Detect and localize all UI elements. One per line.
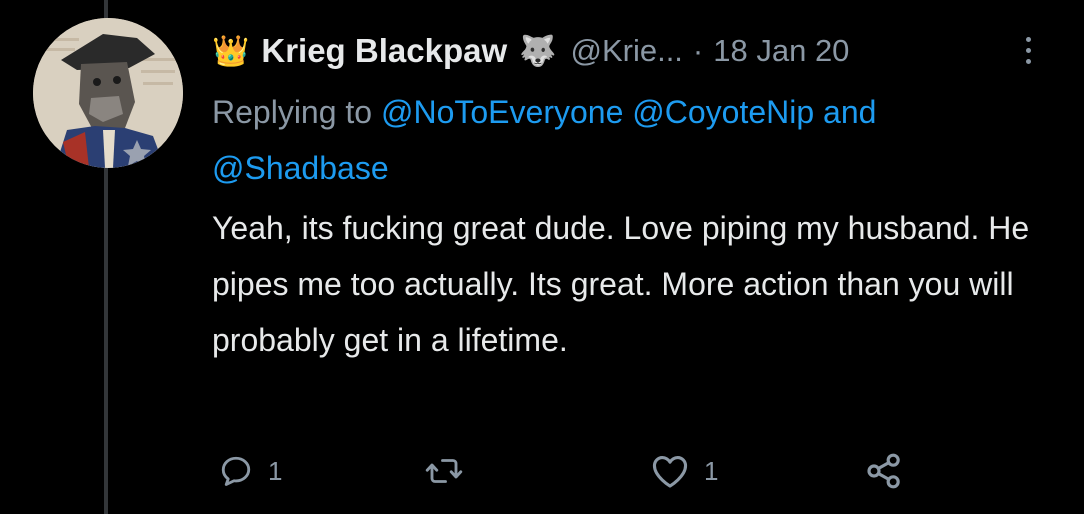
share-icon [867, 453, 900, 489]
reply-context: Replying to @NoToEveryone @CoyoteNip and… [212, 84, 1052, 196]
action-bar: 1 1 [212, 446, 932, 496]
more-options-icon[interactable] [1013, 30, 1043, 70]
author-display-name[interactable]: Krieg Blackpaw [261, 32, 507, 70]
like-button[interactable]: 1 [650, 446, 718, 496]
reply-icon [221, 456, 251, 486]
more-dot [1025, 47, 1031, 53]
heart-icon [652, 456, 688, 488]
avatar-image [33, 18, 183, 168]
tweet-header: 👑 Krieg Blackpaw 🐺 @Krie... · 18 Jan 20 [212, 26, 849, 76]
and-others-link[interactable]: and [823, 94, 876, 130]
like-count: 1 [704, 455, 719, 486]
mention-link[interactable]: @Shadbase [212, 150, 389, 186]
tweet-date[interactable]: 18 Jan 20 [713, 33, 849, 69]
avatar[interactable] [33, 18, 183, 168]
replying-to-label: Replying to [212, 94, 373, 130]
tweet-text: Yeah, its fucking great dude. Love pipin… [212, 210, 1030, 358]
more-dot [1025, 36, 1031, 42]
more-dot [1025, 58, 1031, 64]
reply-count: 1 [268, 455, 283, 486]
crown-emoji: 👑 [212, 34, 250, 68]
wolf-emoji: 🐺 [519, 34, 557, 68]
share-button[interactable] [864, 446, 904, 496]
retweet-icon [425, 459, 463, 483]
mention-link[interactable]: @NoToEveryone [381, 94, 623, 130]
separator-dot: · [692, 33, 704, 68]
author-handle[interactable]: @Krie... [570, 33, 682, 69]
mention-link[interactable]: @CoyoteNip [632, 94, 814, 130]
reply-button[interactable]: 1 [218, 446, 282, 496]
retweet-button[interactable] [424, 446, 464, 496]
